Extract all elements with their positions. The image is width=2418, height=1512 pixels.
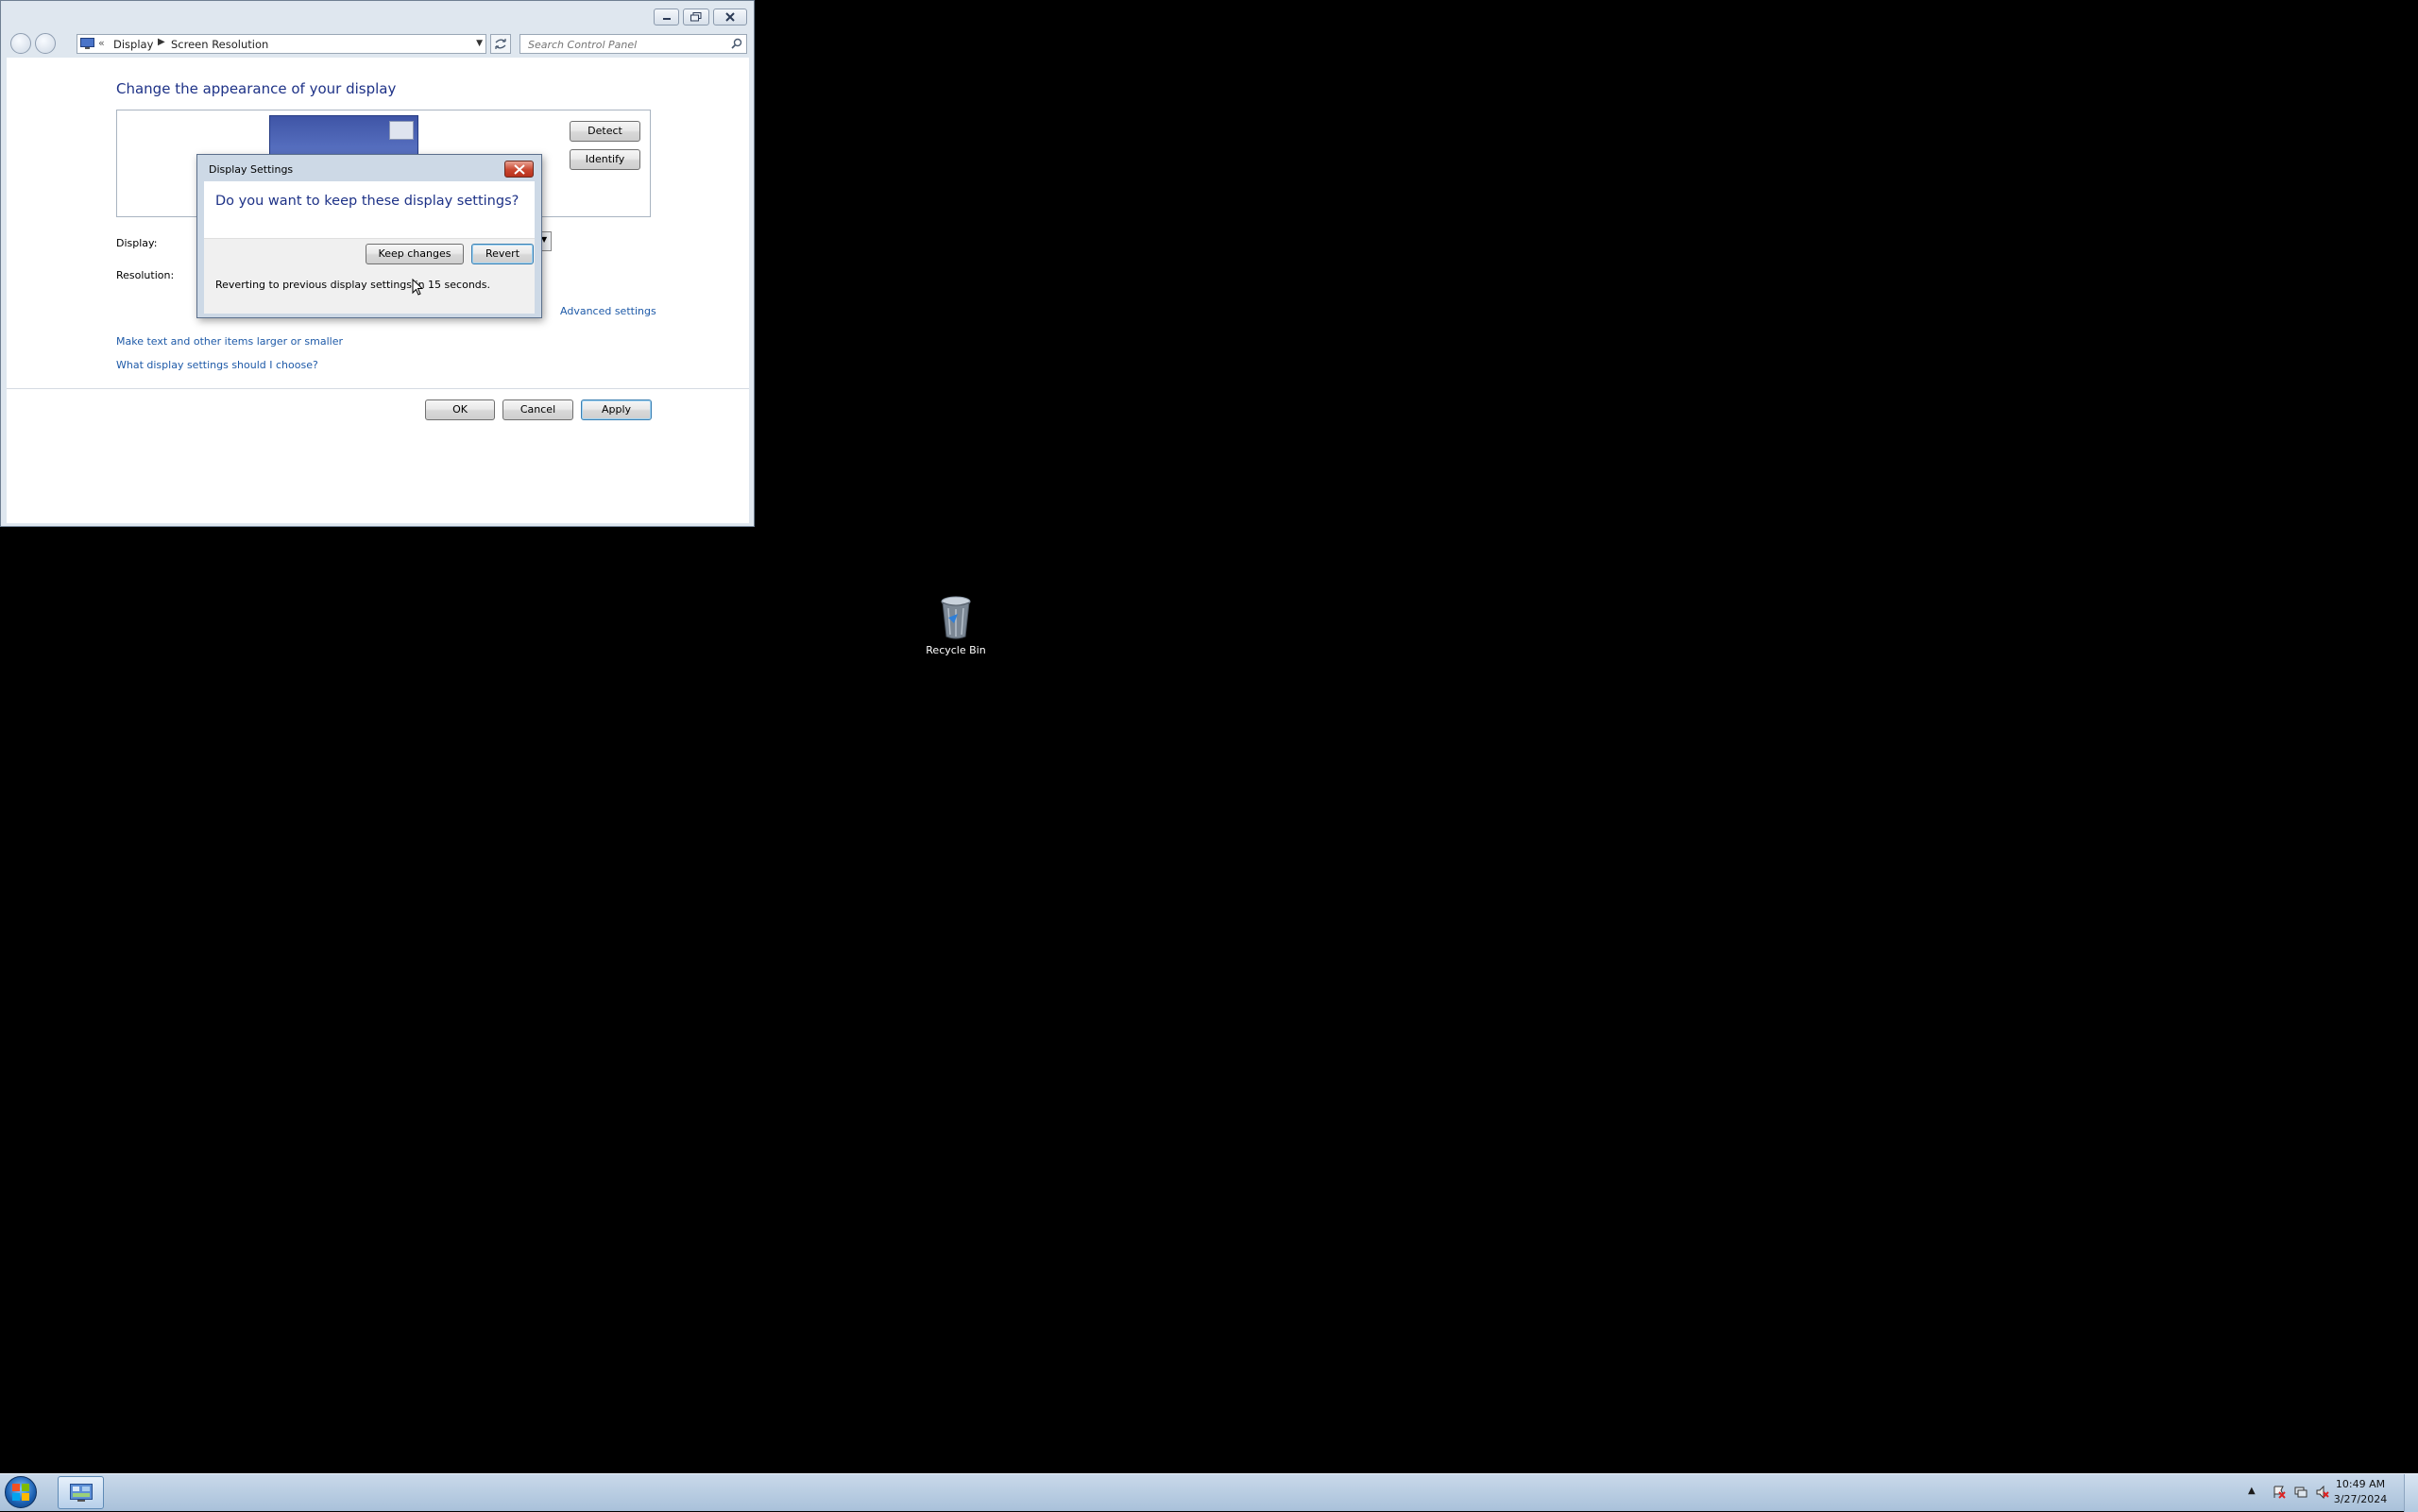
breadcrumb-display[interactable]: Display (113, 38, 153, 51)
revert-countdown-text: Reverting to previous display settings i… (215, 279, 490, 291)
apply-button[interactable]: Apply (581, 399, 652, 420)
search-icon[interactable] (731, 38, 742, 49)
text-size-link[interactable]: Make text and other items larger or smal… (116, 335, 343, 348)
page-title: Change the appearance of your display (116, 80, 397, 97)
display-settings-dialog: Display Settings Do you want to keep the… (196, 154, 542, 318)
dialog-body: Do you want to keep these display settin… (204, 181, 535, 314)
system-clock[interactable]: 10:49 AM 3/27/2024 (2325, 1477, 2395, 1507)
display-settings-help-link[interactable]: What display settings should I choose? (116, 359, 318, 371)
dialog-title: Display Settings (209, 163, 294, 176)
dialog-close-button[interactable] (504, 161, 534, 178)
taskbar-control-panel-button[interactable] (58, 1476, 104, 1509)
desktop-icon-recycle-bin[interactable]: Recycle Bin (916, 593, 996, 661)
close-icon (514, 164, 525, 175)
mouse-pointer-icon (412, 279, 423, 296)
restore-icon (690, 12, 702, 22)
minimize-icon (662, 18, 671, 20)
breadcrumb-screen-resolution[interactable]: Screen Resolution (171, 38, 268, 51)
dialog-footer: Keep changes Revert Reverting to previou… (204, 238, 535, 314)
close-icon (725, 12, 735, 22)
address-dropdown-icon[interactable]: ▼ (476, 39, 483, 48)
identify-button[interactable]: Identify (570, 149, 640, 170)
close-button[interactable] (713, 8, 747, 25)
detect-button[interactable]: Detect (570, 121, 640, 142)
clock-time: 10:49 AM (2335, 1478, 2386, 1490)
show-hidden-icons-button[interactable]: ▲ (2248, 1486, 2256, 1496)
monitor-badge-icon (389, 121, 414, 140)
taskbar: ▲ 10:49 AM 3/27/2024 (0, 1473, 2418, 1512)
show-desktop-button[interactable] (2404, 1474, 2418, 1512)
action-center-icon[interactable] (2273, 1486, 2286, 1499)
keep-changes-button[interactable]: Keep changes (366, 244, 464, 264)
navigation-bar: « Display ▶ Screen Resolution ▼ (1, 31, 754, 56)
search-input[interactable] (526, 36, 719, 54)
network-icon[interactable] (2294, 1486, 2307, 1499)
windows-logo-icon (12, 1484, 29, 1501)
display-label: Display: (116, 237, 158, 249)
clock-date: 3/27/2024 (2333, 1493, 2388, 1505)
breadcrumb-separator-icon[interactable]: ▶ (158, 37, 165, 47)
back-button[interactable] (10, 33, 31, 54)
address-bar[interactable]: « Display ▶ Screen Resolution ▼ (77, 34, 486, 54)
refresh-button[interactable] (490, 34, 511, 54)
advanced-settings-link[interactable]: Advanced settings (560, 305, 656, 317)
cancel-button[interactable]: Cancel (502, 399, 573, 420)
resolution-label: Resolution: (116, 269, 175, 281)
address-overflow-chevron-icon[interactable]: « (98, 37, 105, 49)
recycle-bin-icon (941, 596, 971, 639)
dialog-question: Do you want to keep these display settin… (215, 194, 519, 209)
revert-button[interactable]: Revert (471, 244, 534, 264)
search-box[interactable] (519, 34, 747, 54)
restore-button[interactable] (683, 8, 709, 25)
display-icon (80, 38, 94, 49)
refresh-icon (495, 39, 506, 49)
minimize-button[interactable] (654, 8, 679, 25)
desktop-icon-label: Recycle Bin (926, 644, 986, 656)
monitor-preview-icon[interactable] (269, 115, 418, 159)
start-button[interactable] (5, 1476, 37, 1508)
ok-button[interactable]: OK (425, 399, 495, 420)
title-bar[interactable] (1, 1, 754, 33)
divider (7, 388, 749, 389)
control-panel-icon (70, 1484, 93, 1502)
forward-button[interactable] (35, 33, 56, 54)
